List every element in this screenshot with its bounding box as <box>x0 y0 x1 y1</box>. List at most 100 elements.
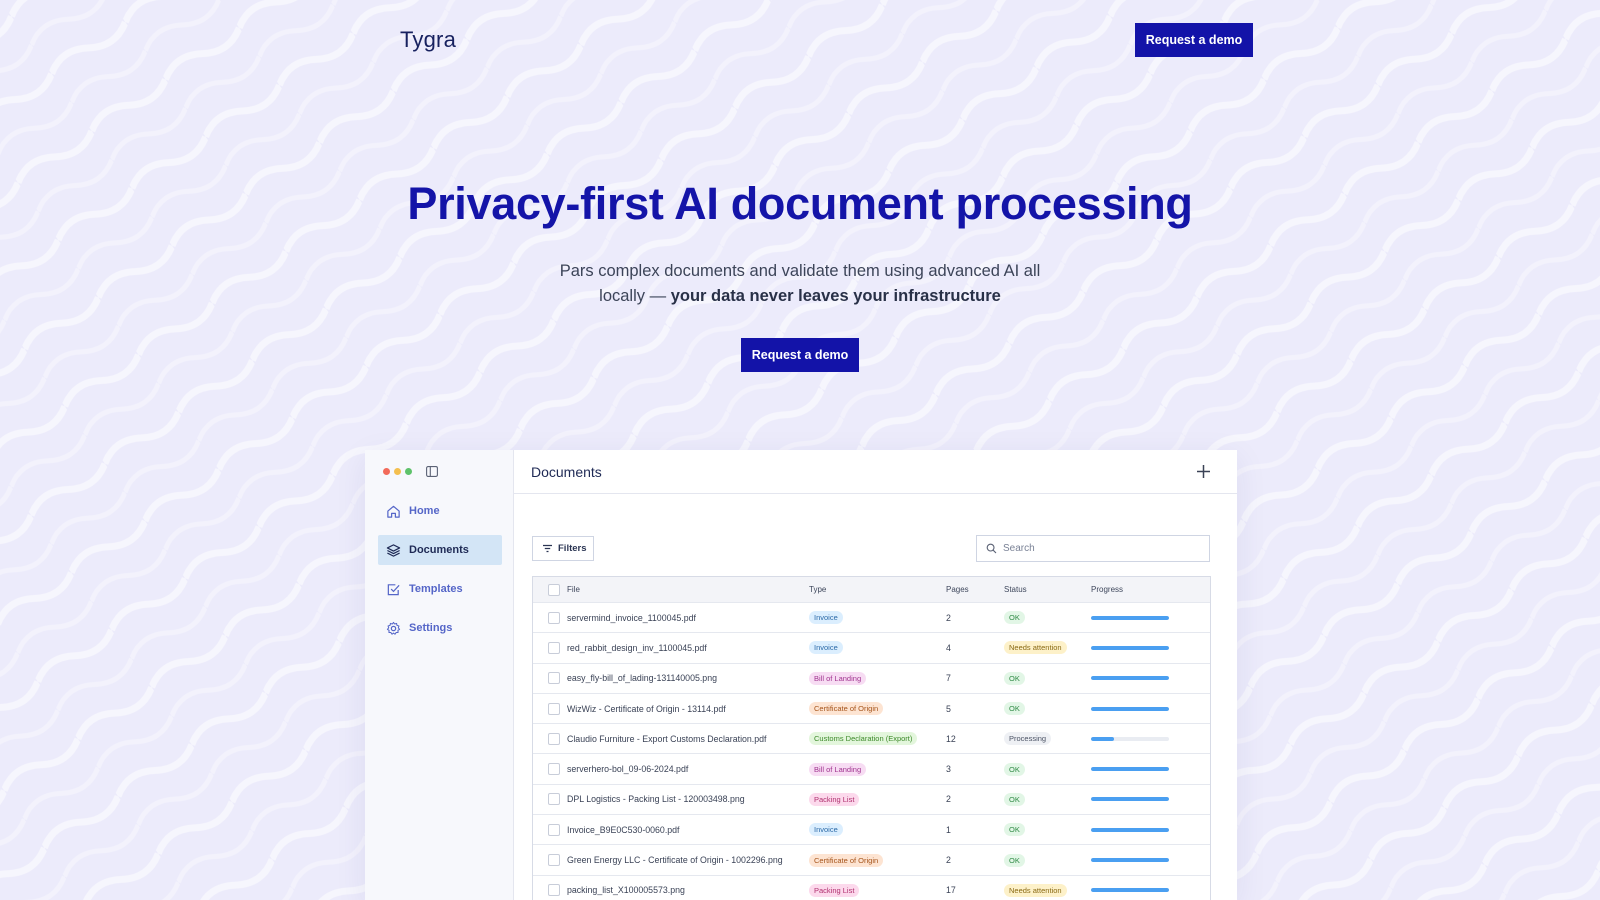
sidebar-item-documents[interactable]: Documents <box>378 535 502 565</box>
type-cell: Invoice <box>809 611 843 625</box>
search-input[interactable] <box>1003 543 1193 554</box>
status-cell: OK <box>1004 762 1025 776</box>
file-name[interactable]: servermind_invoice_1100045.pdf <box>567 613 696 623</box>
type-badge: Invoice <box>809 611 843 625</box>
progress-bar <box>1091 736 1169 741</box>
main-panel: Documents Filters File Type Pages Status <box>514 450 1237 900</box>
table-row[interactable]: Invoice_B9E0C530-0060.pdf Invoice 1 OK <box>533 815 1210 846</box>
sidebar-toggle-icon[interactable] <box>426 466 438 477</box>
column-header-progress[interactable]: Progress <box>1091 585 1123 594</box>
sidebar: Home Documents Templates Settings <box>365 450 514 900</box>
status-badge: OK <box>1004 762 1025 776</box>
filters-label: Filters <box>558 543 587 554</box>
type-badge: Certificate of Origin <box>809 853 884 867</box>
row-checkbox[interactable] <box>548 884 560 897</box>
page-title: Documents <box>531 464 602 480</box>
table-header-row: File Type Pages Status Progress <box>533 577 1210 603</box>
table-row[interactable]: serverhero-bol_09-06-2024.pdf Bill of Lan… <box>533 754 1210 785</box>
column-header-pages[interactable]: Pages <box>946 585 969 594</box>
sidebar-item-home[interactable]: Home <box>378 496 502 526</box>
request-demo-button-header[interactable]: Request a demo <box>1135 23 1253 57</box>
status-cell: OK <box>1004 853 1025 867</box>
request-demo-button-hero[interactable]: Request a demo <box>741 338 859 372</box>
table-row[interactable]: Green Energy LLC - Certificate of Origin… <box>533 845 1210 876</box>
row-checkbox[interactable] <box>548 793 560 806</box>
table-row[interactable]: easy_fly-bill_of_lading-131140005.png Bil… <box>533 664 1210 694</box>
row-checkbox[interactable] <box>548 823 560 836</box>
type-badge: Certificate of Origin <box>809 702 884 716</box>
pages-cell: 7 <box>946 673 951 684</box>
progress-bar <box>1091 615 1169 620</box>
row-checkbox[interactable] <box>548 732 560 745</box>
pages-cell: 2 <box>946 612 951 623</box>
status-badge: OK <box>1004 671 1025 685</box>
window-close-dot[interactable] <box>383 468 390 475</box>
table-row[interactable]: DPL Logistics - Packing List - 120003498… <box>533 785 1210 816</box>
table-row[interactable]: packing_list_X100005573.png Packing List 1… <box>533 876 1210 900</box>
gear-icon <box>386 621 401 635</box>
window-controls <box>383 468 412 475</box>
documents-table: File Type Pages Status Progress servermi… <box>532 576 1211 900</box>
table-row[interactable]: WizWiz - Certificate of Origin - 13114.p… <box>533 694 1210 725</box>
checkbox-icon <box>387 583 400 595</box>
table-row[interactable]: servermind_invoice_1100045.pdf Invoice 2 OK <box>533 603 1210 634</box>
file-name[interactable]: DPL Logistics - Packing List - 120003498… <box>567 794 745 804</box>
progress-cell <box>1091 767 1169 772</box>
select-all-checkbox[interactable] <box>548 583 560 596</box>
file-name[interactable]: Claudio Furniture - Export Customs Decla… <box>567 734 766 744</box>
type-cell: Bill of Landing <box>809 671 867 685</box>
column-header-status[interactable]: Status <box>1004 585 1027 594</box>
progress-bar-fill <box>1091 645 1169 650</box>
row-checkbox[interactable] <box>548 763 560 776</box>
column-header-type[interactable]: Type <box>809 585 826 594</box>
row-checkbox[interactable] <box>548 854 560 867</box>
sidebar-item-label: Documents <box>409 544 469 556</box>
progress-cell <box>1091 706 1169 711</box>
status-badge: OK <box>1004 611 1025 625</box>
table-row[interactable]: red_rabbit_design_inv_1100045.pdf Invoice… <box>533 633 1210 664</box>
pages-cell: 4 <box>946 642 951 653</box>
status-cell: OK <box>1004 702 1025 716</box>
row-checkbox[interactable] <box>548 611 560 624</box>
file-name[interactable]: red_rabbit_design_inv_1100045.pdf <box>567 643 707 653</box>
window-minimize-dot[interactable] <box>394 468 401 475</box>
home-icon <box>387 505 400 518</box>
hero-subtitle-bold: your data never leaves your infrastructu… <box>670 287 1001 305</box>
window-maximize-dot[interactable] <box>405 468 412 475</box>
status-badge: OK <box>1004 823 1025 837</box>
column-header-file[interactable]: File <box>567 585 580 594</box>
file-name[interactable]: serverhero-bol_09-06-2024.pdf <box>567 764 688 774</box>
type-badge: Customs Declaration (Export) <box>809 732 918 746</box>
sidebar-item-templates[interactable]: Templates <box>378 574 502 604</box>
type-cell: Packing List <box>809 883 860 897</box>
type-badge: Packing List <box>809 792 860 806</box>
status-badge: OK <box>1004 853 1025 867</box>
table-row[interactable]: Claudio Furniture - Export Customs Decla… <box>533 724 1210 755</box>
hero-title: Privacy-first AI document processing <box>407 178 1193 229</box>
progress-bar-fill <box>1091 676 1169 681</box>
type-cell: Customs Declaration (Export) <box>809 732 918 746</box>
status-badge: OK <box>1004 702 1025 716</box>
file-name[interactable]: Green Energy LLC - Certificate of Origin… <box>567 855 783 865</box>
sidebar-item-label: Templates <box>409 583 463 595</box>
search-icon <box>986 543 997 554</box>
status-cell: OK <box>1004 823 1025 837</box>
type-badge: Bill of Landing <box>809 671 867 685</box>
file-name[interactable]: Invoice_B9E0C530-0060.pdf <box>567 825 680 835</box>
row-checkbox[interactable] <box>548 702 560 715</box>
progress-bar-fill <box>1091 736 1115 741</box>
brand-logo[interactable]: Tygra <box>400 27 456 53</box>
row-checkbox[interactable] <box>548 641 560 654</box>
add-document-icon[interactable] <box>1195 463 1212 480</box>
sidebar-item-settings[interactable]: Settings <box>378 613 502 643</box>
type-badge: Packing List <box>809 883 860 897</box>
type-cell: Invoice <box>809 641 843 655</box>
row-checkbox[interactable] <box>548 672 560 685</box>
filters-button[interactable]: Filters <box>532 536 594 561</box>
file-name[interactable]: packing_list_X100005573.png <box>567 885 685 895</box>
table-body: servermind_invoice_1100045.pdf Invoice 2 OK… <box>533 603 1210 900</box>
file-name[interactable]: easy_fly-bill_of_lading-131140005.png <box>567 673 717 683</box>
progress-bar-fill <box>1091 615 1169 620</box>
status-cell: Needs attention <box>1004 883 1067 897</box>
file-name[interactable]: WizWiz - Certificate of Origin - 13114.p… <box>567 704 726 714</box>
